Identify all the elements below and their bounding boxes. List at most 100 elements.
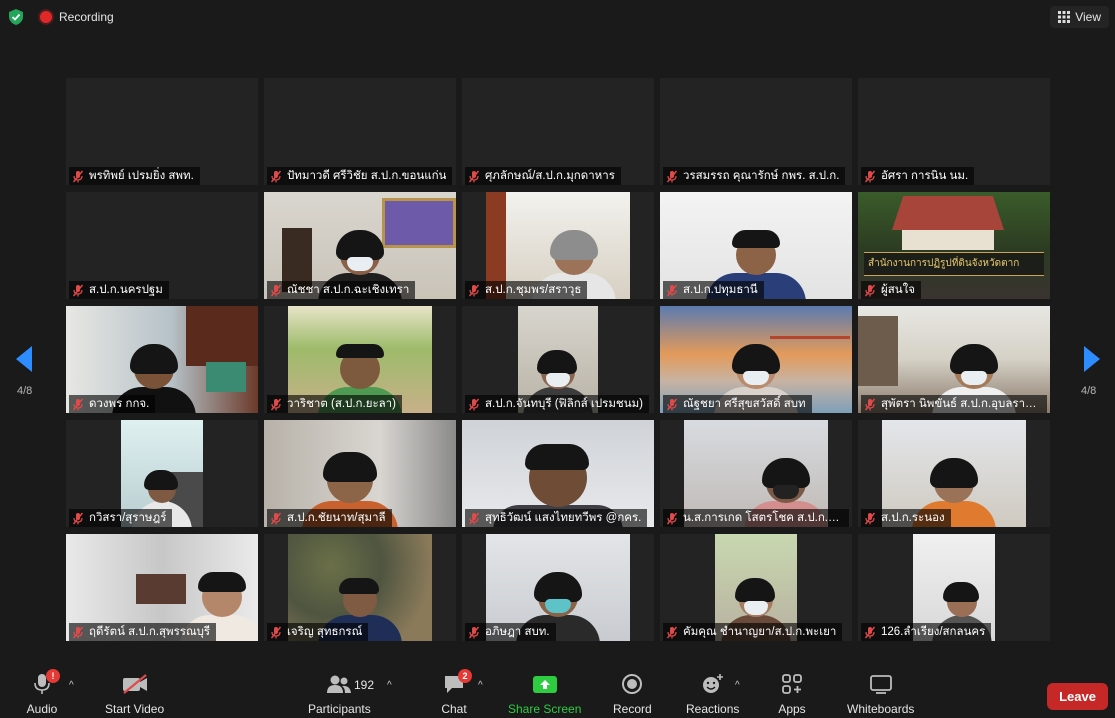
record-button[interactable]: Record — [613, 670, 652, 716]
participant-tile[interactable]: วรสมรรถ คุณารักษ์ กพร. ส.ป.ก. — [660, 78, 852, 185]
meeting-toolbar: ! Audio ^ Start Video Participants 192 ^… — [0, 664, 1115, 718]
previous-page-arrow-icon[interactable] — [12, 344, 36, 374]
muted-mic-icon — [864, 284, 876, 296]
page-indicator-right: 4/8 — [1081, 385, 1097, 397]
participant-tile[interactable]: เจริญ สุทธกรณ์ — [264, 534, 456, 641]
muted-mic-icon — [864, 512, 876, 524]
chat-button[interactable]: 2 Chat — [436, 669, 472, 716]
whiteboards-label: Whiteboards — [847, 702, 915, 716]
next-page-arrow-icon[interactable] — [1080, 344, 1104, 374]
participant-tile[interactable]: ส.ป.ก.จันทบุรี (ฟิลิกส์ เปรมชนม) — [462, 306, 654, 413]
participant-name-label: ส.ป.ก.จันทบุรี (ฟิลิกส์ เปรมชนม) — [465, 395, 649, 413]
participant-tile[interactable]: ส.ป.ก.ปทุมธานี — [660, 192, 852, 299]
participant-tile[interactable]: ดวงพร กกจ. — [66, 306, 258, 413]
whiteboards-button[interactable]: Whiteboards — [847, 670, 914, 716]
smiley-plus-icon — [702, 674, 723, 693]
apps-button[interactable]: Apps — [774, 670, 810, 716]
participant-tile[interactable]: สุทธิวัฒน์ แสงไทยทวีพร @กคร. — [462, 420, 654, 527]
participant-tile[interactable]: ส.ป.ก.ชุมพร/สราวุธ — [462, 192, 654, 299]
muted-mic-icon — [864, 398, 876, 410]
muted-mic-icon — [270, 626, 282, 638]
apps-label: Apps — [778, 702, 806, 716]
page-indicator-left: 4/8 — [17, 385, 33, 397]
participants-icon — [327, 675, 352, 693]
video-gallery-grid: พรทิพย์ เปรมยิ่ง สพท. ปัทมาวดี ศรีวิชัย … — [66, 78, 1050, 641]
view-button[interactable]: View — [1050, 6, 1109, 28]
participant-name-label: พรทิพย์ เปรมยิ่ง สพท. — [69, 167, 200, 185]
muted-mic-icon — [270, 284, 282, 296]
participants-label: Participants — [308, 702, 371, 716]
participant-tile[interactable]: อัศรา การนิน นม. — [858, 78, 1050, 185]
participant-name-label: ดวงพร กกจ. — [69, 395, 156, 413]
participant-name-label: อัศรา การนิน นม. — [861, 167, 975, 185]
participant-tile[interactable]: สุพัตรา นิพขันธ์ ส.ป.ก.อุบลราช... — [858, 306, 1050, 413]
participant-name-label: กวิสรา/สุราษฎร์ — [69, 509, 173, 527]
security-shield-icon[interactable] — [7, 8, 25, 26]
share-screen-button[interactable]: Share Screen — [508, 670, 581, 716]
start-video-label: Start Video — [105, 702, 165, 716]
participant-name-label: สุทธิวัฒน์ แสงไทยทวีพร @กคร. — [465, 509, 648, 527]
record-label: Record — [613, 702, 652, 716]
participant-name-label: คัมคุณ ชำนาญยา/ส.ป.ก.พะเยา — [663, 623, 843, 641]
participant-tile[interactable]: อภิษฎา สบท. — [462, 534, 654, 641]
share-screen-label: Share Screen — [508, 702, 582, 716]
chat-options-chevron-icon[interactable]: ^ — [478, 680, 483, 691]
reactions-button[interactable]: Reactions — [686, 670, 739, 716]
participant-name-label: 126.ลำเรียง/สกลนคร — [861, 623, 992, 641]
participant-name-label: ณัฐชยา ศรีสุขสวัสดิ์ สบท — [663, 395, 812, 413]
participant-tile[interactable]: วาริชาต (ส.ป.ก.ยะลา) — [264, 306, 456, 413]
muted-mic-icon — [468, 170, 480, 182]
muted-mic-icon — [666, 626, 678, 638]
reactions-options-chevron-icon[interactable]: ^ — [735, 680, 740, 691]
start-video-button[interactable]: Start Video — [105, 670, 164, 716]
audio-button[interactable]: ! Audio — [24, 669, 60, 716]
participant-tile[interactable]: สำนักงานการปฏิรูปที่ดินจังหวัดตาก ผู้สนใ… — [858, 192, 1050, 299]
muted-mic-icon — [468, 512, 480, 524]
audio-label: Audio — [26, 702, 58, 716]
participant-tile[interactable]: น.ส.การเกด โสตรโชค ส.ป.ก.ฉช — [660, 420, 852, 527]
grid-icon — [1058, 11, 1071, 23]
participants-options-chevron-icon[interactable]: ^ — [387, 680, 392, 691]
participant-tile[interactable]: กวิสรา/สุราษฎร์ — [66, 420, 258, 527]
participant-name-label: เจริญ สุทธกรณ์ — [267, 623, 369, 641]
participant-name-label: ศุภลักษณ์/ส.ป.ก.มุกดาหาร — [465, 167, 621, 185]
muted-mic-icon — [468, 284, 480, 296]
muted-mic-icon — [270, 170, 282, 182]
participant-name-label: ส.ป.ก.ระนอง — [861, 509, 951, 527]
participant-tile[interactable]: ศุภลักษณ์/ส.ป.ก.มุกดาหาร — [462, 78, 654, 185]
share-screen-icon — [532, 676, 557, 693]
muted-mic-icon — [666, 284, 678, 296]
muted-mic-icon — [72, 284, 84, 296]
leave-button[interactable]: Leave — [1047, 683, 1108, 710]
muted-mic-icon — [468, 398, 480, 410]
video-camera-off-icon — [122, 674, 147, 694]
participant-tile[interactable]: ปัทมาวดี ศรีวิชัย ส.ป.ก.ขอนแก่น — [264, 78, 456, 185]
participant-tile[interactable]: 126.ลำเรียง/สกลนคร — [858, 534, 1050, 641]
participant-tile[interactable]: คัมคุณ ชำนาญยา/ส.ป.ก.พะเยา — [660, 534, 852, 641]
participant-tile[interactable]: พรทิพย์ เปรมยิ่ง สพท. — [66, 78, 258, 185]
apps-icon — [782, 674, 802, 694]
muted-mic-icon — [666, 170, 678, 182]
participant-name-label: วรสมรรถ คุณารักษ์ กพร. ส.ป.ก. — [663, 167, 846, 185]
muted-mic-icon — [666, 398, 678, 410]
participants-button[interactable]: Participants — [308, 670, 371, 716]
participant-tile[interactable]: ส.ป.ก.ระนอง — [858, 420, 1050, 527]
top-bar: Recording View — [0, 0, 1115, 34]
muted-mic-icon — [864, 626, 876, 638]
participant-tile[interactable]: ส.ป.ก.นครปฐม — [66, 192, 258, 299]
muted-mic-icon — [468, 626, 480, 638]
participant-tile[interactable]: ส.ป.ก.ชัยนาท/สุมาลี — [264, 420, 456, 527]
participant-tile[interactable]: ณัฐชยา ศรีสุขสวัสดิ์ สบท — [660, 306, 852, 413]
participant-tile[interactable]: ฤดีรัตน์ ส.ป.ก.สุพรรณบุรี — [66, 534, 258, 641]
muted-mic-icon — [72, 512, 84, 524]
whiteboard-icon — [869, 675, 892, 694]
muted-mic-icon — [72, 398, 84, 410]
recording-indicator[interactable]: Recording — [40, 9, 114, 25]
participant-name-label: ส.ป.ก.ปทุมธานี — [663, 281, 764, 299]
muted-mic-icon — [864, 170, 876, 182]
participant-name-label: ส.ป.ก.ชุมพร/สราวุธ — [465, 281, 588, 299]
audio-options-chevron-icon[interactable]: ^ — [69, 680, 74, 691]
office-sign-text: สำนักงานการปฏิรูปที่ดินจังหวัดตาก — [868, 258, 1020, 269]
participant-name-label: ส.ป.ก.ชัยนาท/สุมาลี — [267, 509, 392, 527]
participant-tile[interactable]: ณัชชา ส.ป.ก.ฉะเชิงเทรา — [264, 192, 456, 299]
